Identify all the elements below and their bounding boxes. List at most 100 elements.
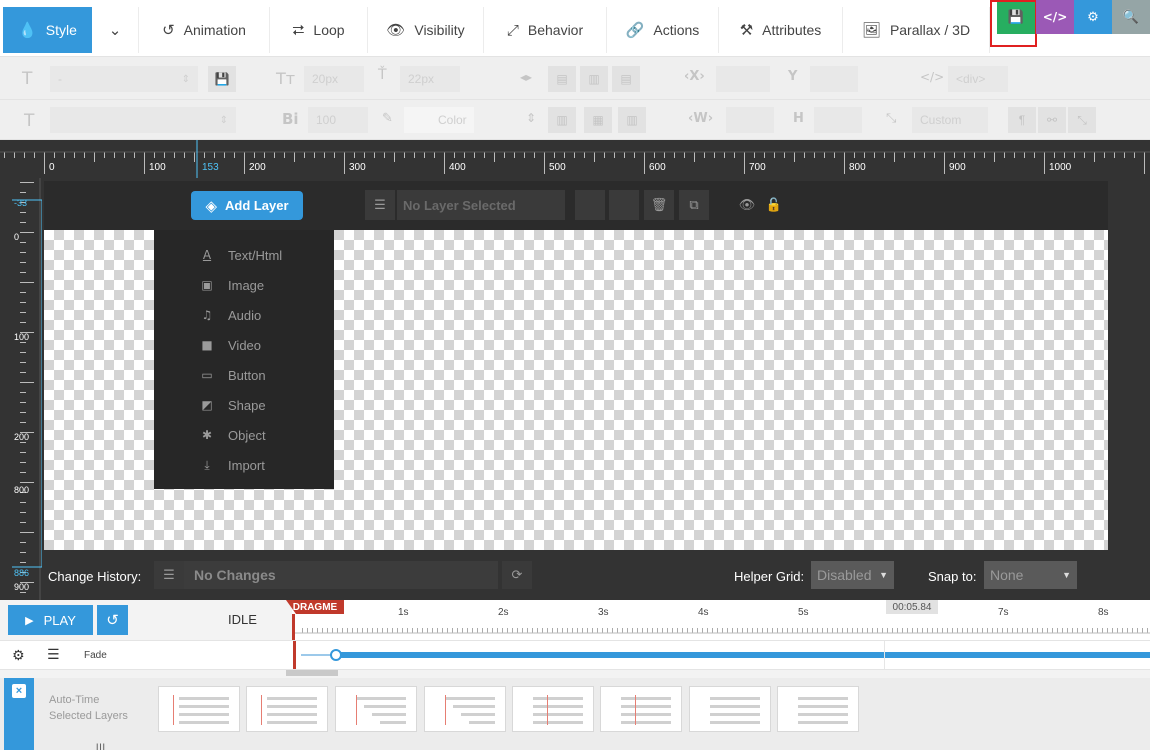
line-height-icon: Ť [378,67,387,83]
auto-time-preset-7[interactable] [689,686,771,732]
visibility-toggle[interactable]: 👁 [732,190,762,220]
menu-item-video[interactable]: ■ Video [154,330,334,360]
auto-time-preset-3[interactable] [335,686,417,732]
layer-timing-bar[interactable] [336,652,1150,658]
width-input[interactable] [726,107,774,133]
font-weight-icon: Bi [282,110,299,128]
tab-animation[interactable]: ↺ Animation [139,7,270,53]
menu-icon[interactable]: ☰ [47,647,60,663]
color-label: Color [438,113,467,127]
audio-icon: ♫ [201,308,213,322]
tab-behavior[interactable]: ⤢ Behavior [484,7,607,53]
preset-bar [621,721,671,724]
horizontal-ruler[interactable]: 0 100 153 200 300 400 500 600 700 800 900 1000 [0,140,1150,178]
preset-bar [469,721,495,724]
x-input[interactable] [716,66,770,92]
tag-select[interactable]: <div> [948,66,1008,92]
gear-icon[interactable]: ⚙ [12,648,25,664]
ruler-h-label: 600 [649,162,666,173]
size-preset-value: Custom [920,113,962,127]
timeline-mark-label: 1s [398,607,409,618]
menu-item-button[interactable]: ▭ Button [154,360,334,390]
menu-item-import[interactable]: ⤓ Import [154,450,334,480]
auto-time-preset-1[interactable] [158,686,240,732]
preset-bar [621,713,671,716]
play-button[interactable]: ▶ PLAY [8,605,93,635]
helper-grid-select[interactable]: Disabled ▼ [811,561,894,589]
y-input[interactable] [810,66,858,92]
paragraph-button[interactable]: ¶ [1008,107,1036,133]
lock-toggle[interactable]: 🔓 [759,190,789,220]
selected-layer-field[interactable]: No Layer Selected [397,190,565,220]
menu-item-shape[interactable]: ◩ Shape [154,390,334,420]
font-style-select[interactable]: ⇕ [50,107,236,133]
valign-top-button[interactable]: ▥ [548,107,576,133]
add-layer-button[interactable]: ◈ Add Layer [191,191,303,220]
font-family-select[interactable]: - ⇕ [50,66,198,92]
font-weight-select[interactable]: 100 [308,107,368,133]
toolbar-row-2: T ⇕ Bi 100 ✎ Color ⇕ ▥ ▦ ▥ ‹ W › H ⤡ Cus… [0,100,1150,140]
preset-bar [179,721,229,724]
vertical-ruler[interactable]: -330100200800886900 [0,178,42,600]
auto-time-preset-4[interactable] [424,686,506,732]
ruler-v-label: 100 [14,332,29,342]
valign-bottom-button[interactable]: ▥ [618,107,646,133]
eye-icon: 👁 [386,20,406,39]
tab-actions[interactable]: 🔗 Actions [607,7,719,53]
link-toggle-button[interactable]: ⚯ [1038,107,1066,133]
tab-attributes[interactable]: ⚒ Attributes [719,7,843,53]
auto-time-panel-toggle[interactable]: × [4,678,34,750]
ruler-h-label: 500 [549,162,566,173]
layer-list-button[interactable]: ☰ [365,190,395,220]
menu-item-text[interactable]: A Text/Html [154,240,334,270]
snap-to-select[interactable]: None ▼ [984,561,1077,589]
menu-item-object[interactable]: ✱ Object [154,420,334,450]
menu-item-image[interactable]: ▣ Image [154,270,334,300]
timeline-scrollbar[interactable] [286,670,338,676]
save-font-button[interactable]: 💾 [208,66,236,92]
align-center-button[interactable]: ▥ [580,66,608,92]
change-history-field[interactable]: No Changes [184,561,498,589]
height-input[interactable] [814,107,862,133]
timeline-ruler[interactable]: 1s 2s 3s 4s 5s 7s 8s DRAGME 00:05.84 [286,600,1150,640]
color-picker[interactable]: Color [404,107,474,133]
tab-style[interactable]: 💧 Style [3,7,92,53]
undo-button[interactable]: ⟳ [502,561,532,589]
current-time: 00:05.84 [892,601,932,613]
tab-visibility-label: Visibility [414,22,465,38]
auto-time-preset-8[interactable] [777,686,859,732]
duplicate-layer-button[interactable]: ⧉ [679,190,709,220]
tab-visibility[interactable]: 👁 Visibility [368,7,484,53]
updown-icon: ⇕ [181,73,190,85]
layer-action-2[interactable] [609,190,639,220]
size-preset-select[interactable]: Custom [912,107,988,133]
preset-bar [179,713,229,716]
auto-time-preset-6[interactable] [600,686,682,732]
align-right-button[interactable]: ▤ [612,66,640,92]
settings-button[interactable]: ⚙ [1074,0,1112,34]
timeline-history-button[interactable]: ↺ [97,605,128,635]
line-height-input[interactable]: 22px [400,66,460,92]
dragme-marker[interactable]: DRAGME [286,600,344,614]
tab-loop[interactable]: ⮂ Loop [270,7,368,53]
layer-action-1[interactable] [575,190,605,220]
snap-to-value: None [990,567,1024,583]
auto-time-preset-5[interactable] [512,686,594,732]
align-left-button[interactable]: ▤ [548,66,576,92]
resize-toggle-button[interactable]: ⤡ [1068,107,1096,133]
resize-grip-icon[interactable]: ||| [96,743,110,750]
ruler-h-label: 800 [849,162,866,173]
auto-time-preset-2[interactable] [246,686,328,732]
layer-start-handle[interactable] [330,649,342,661]
font-size-input[interactable]: 20px [304,66,364,92]
valign-middle-button[interactable]: ▦ [584,107,612,133]
loop-icon: ⮂ [292,20,305,39]
search-button[interactable]: 🔍 [1112,0,1150,34]
delete-layer-button[interactable]: 🗑 [644,190,674,220]
tab-more-dropdown[interactable]: ⌄ [92,7,139,53]
font-weight-value: 100 [316,113,337,127]
history-list-button[interactable]: ☰ [154,561,184,589]
menu-item-audio[interactable]: ♫ Audio [154,300,334,330]
tab-parallax[interactable]: 🖼 Parallax / 3D [843,7,990,53]
code-button[interactable]: </> [1036,0,1074,34]
